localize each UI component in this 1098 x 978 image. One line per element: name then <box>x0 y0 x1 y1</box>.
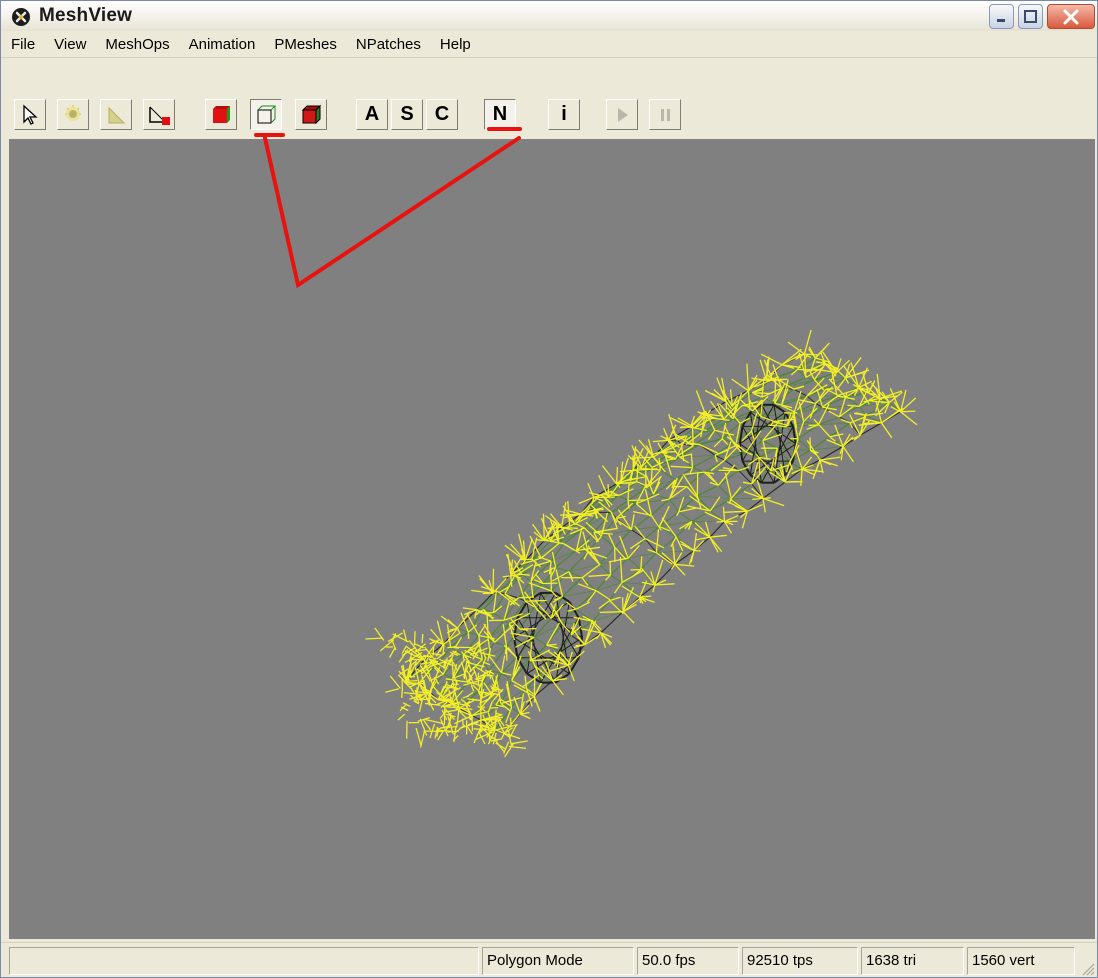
light-tool-button[interactable] <box>57 99 89 130</box>
slope-red-icon <box>149 106 170 125</box>
menu-file[interactable]: File <box>11 36 35 53</box>
slope-tool-button[interactable] <box>100 99 132 130</box>
toolbar: A S C N i <box>1 59 1097 137</box>
n-label: N <box>492 103 508 125</box>
pause-icon <box>661 108 670 121</box>
menu-bar: File View MeshOps Animation PMeshes NPat… <box>1 31 1097 58</box>
shaded-mode-button[interactable] <box>295 99 327 130</box>
maximize-icon <box>1024 10 1037 23</box>
wireframe-mode-button[interactable] <box>250 99 282 130</box>
meshview-app-icon <box>12 8 30 26</box>
close-button[interactable] <box>1047 4 1095 29</box>
minimize-icon <box>997 19 1005 22</box>
status-fps: 50.0 fps <box>637 947 739 975</box>
slope-icon <box>108 106 126 123</box>
status-vertices: 1560 vert <box>967 947 1075 975</box>
menu-help[interactable]: Help <box>440 36 471 53</box>
arrow-cursor-icon <box>23 104 38 125</box>
slope-red-tool-button[interactable] <box>143 99 175 130</box>
c-label: C <box>434 103 450 125</box>
info-button[interactable]: i <box>548 99 580 130</box>
menu-view[interactable]: View <box>54 36 86 53</box>
play-button[interactable] <box>606 99 638 130</box>
mesh-geometry <box>365 329 918 758</box>
i-label: i <box>561 103 567 125</box>
status-triangles: 1638 tri <box>861 947 964 975</box>
s-button[interactable]: S <box>391 99 423 130</box>
normals-button[interactable]: N <box>484 99 516 130</box>
status-bar: Polygon Mode 50.0 fps 92510 tps 1638 tri… <box>1 942 1097 977</box>
title-bar[interactable]: MeshView <box>1 1 1097 32</box>
car-mesh-render <box>365 329 918 758</box>
pause-button[interactable] <box>649 99 681 130</box>
solid-mode-button[interactable] <box>205 99 237 130</box>
c-button[interactable]: C <box>426 99 458 130</box>
3d-viewport[interactable] <box>9 139 1095 939</box>
meshview-window: MeshView File View MeshOps Animation PMe… <box>0 0 1098 978</box>
a-label: A <box>364 103 380 125</box>
minimize-button[interactable] <box>989 4 1014 29</box>
wireframe-cube-icon <box>257 105 276 123</box>
solid-cube-icon <box>213 105 230 123</box>
play-icon <box>618 107 628 122</box>
s-label: S <box>400 103 414 125</box>
status-message-pane <box>9 947 479 975</box>
window-title: MeshView <box>39 5 133 26</box>
menu-npatches[interactable]: NPatches <box>356 36 421 53</box>
light-bulb-icon <box>65 104 81 121</box>
menu-animation[interactable]: Animation <box>189 36 256 53</box>
maximize-button[interactable] <box>1018 4 1043 29</box>
menu-pmeshes[interactable]: PMeshes <box>274 36 337 53</box>
menu-meshops[interactable]: MeshOps <box>105 36 169 53</box>
a-button[interactable]: A <box>356 99 388 130</box>
close-icon <box>1063 9 1079 25</box>
status-mode: Polygon Mode <box>482 947 634 975</box>
select-tool-button[interactable] <box>14 99 46 130</box>
status-tps: 92510 tps <box>742 947 858 975</box>
resize-grip-icon[interactable] <box>1079 960 1095 976</box>
shaded-cube-icon <box>301 104 322 124</box>
